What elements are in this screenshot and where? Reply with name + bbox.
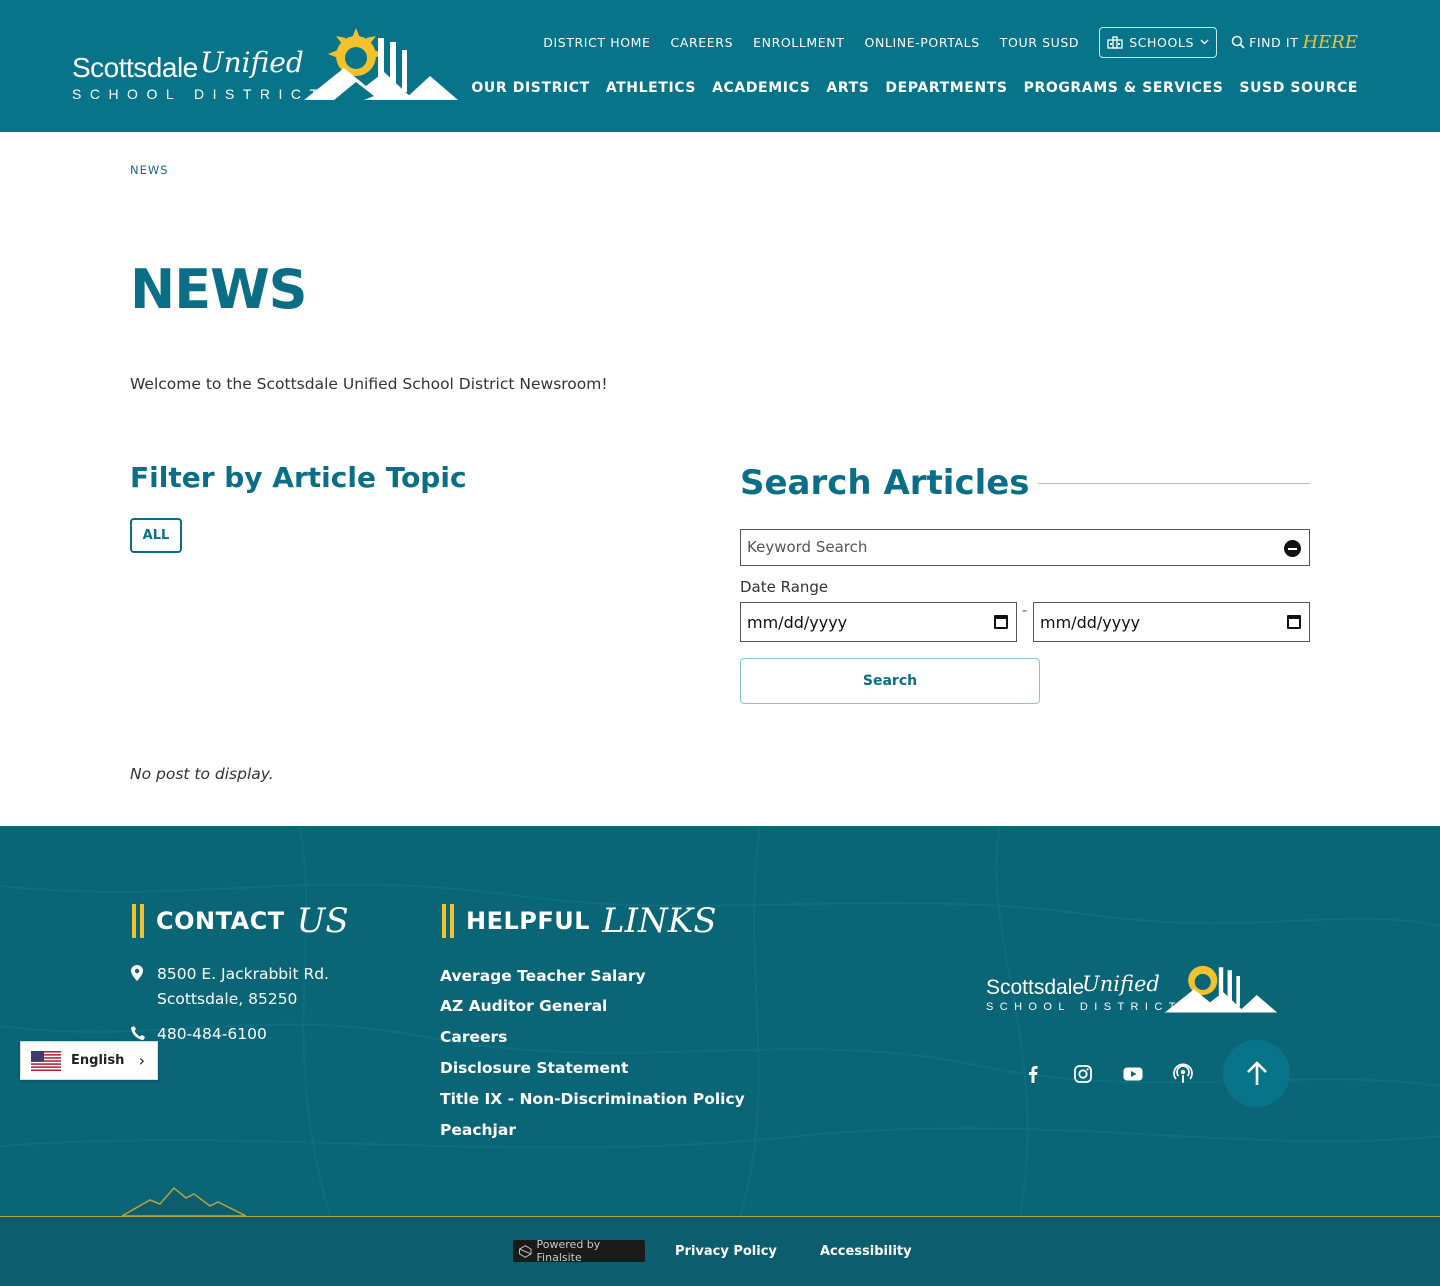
filter-all-button[interactable]: ALL (130, 518, 182, 553)
contact-heading-primary: CONTACT (156, 907, 285, 935)
district-logo[interactable]: Scottsdale Unified SCHOOL DISTRICT (72, 28, 462, 108)
site-footer: CONTACT US 8500 E. Jackrabbit Rd. Scotts… (0, 826, 1440, 1216)
calendar-icon[interactable] (1287, 615, 1301, 629)
links-heading-script: LINKS (602, 901, 717, 941)
arrow-up-icon (1246, 1060, 1267, 1085)
nav-athletics[interactable]: ATHLETICS (606, 80, 696, 96)
phone-icon (131, 1026, 145, 1040)
calendar-icon[interactable] (994, 615, 1008, 629)
address-line-2: Scottsdale, 85250 (157, 990, 298, 1008)
link-peachjar[interactable]: Peachjar (440, 1121, 516, 1139)
nav-academics[interactable]: ACADEMICS (712, 80, 810, 96)
map-background-graphic (0, 826, 1440, 1216)
language-label: English (71, 1053, 125, 1068)
chevron-down-icon (1200, 39, 1209, 45)
address-line-1: 8500 E. Jackrabbit Rd. (157, 965, 329, 983)
phone-number[interactable]: 480-484-6100 (157, 1022, 267, 1047)
accent-bars-icon (440, 904, 456, 938)
powered-by-finalsite-badge[interactable]: Powered by Finalsite (513, 1238, 645, 1264)
find-it-here-search[interactable]: FIND IT HERE (1231, 32, 1358, 53)
heading-divider (1038, 483, 1310, 484)
link-average-teacher-salary[interactable]: Average Teacher Salary (440, 967, 646, 985)
search-articles-heading: Search Articles (740, 463, 1030, 503)
date-to-input[interactable]: mm/dd/yyyy (1033, 602, 1310, 642)
date-range-label: Date Range (740, 578, 829, 596)
mountain-divider-graphic (122, 1186, 246, 1217)
site-header: Scottsdale Unified SCHOOL DISTRICT DISTR… (0, 0, 1440, 132)
sunflower-mountain-icon (304, 28, 458, 100)
chevron-right-icon: › (138, 1051, 145, 1070)
util-link-tour-susd[interactable]: TOUR SUSD (1000, 35, 1079, 50)
page-title: NEWS (130, 258, 308, 321)
clear-search-icon[interactable] (1284, 540, 1301, 557)
accessibility-link[interactable]: Accessibility (820, 1244, 912, 1259)
link-careers[interactable]: Careers (440, 1028, 507, 1046)
footer-district-logo[interactable]: Scottsdale Unified SCHOOL DISTRICT (986, 960, 1286, 1020)
links-heading-primary: HELPFUL (466, 907, 591, 935)
util-link-district-home[interactable]: DISTRICT HOME (543, 35, 650, 50)
location-pin-icon (131, 965, 143, 981)
filter-heading: Filter by Article Topic (130, 461, 467, 494)
link-title-ix[interactable]: Title IX - Non-Discrimination Policy (440, 1090, 745, 1108)
footer-logo-subtitle: SCHOOL DISTRICT (986, 1001, 1182, 1013)
util-link-careers[interactable]: CAREERS (671, 35, 734, 50)
find-it-label: FIND IT (1249, 34, 1299, 50)
school-building-icon (1107, 36, 1123, 49)
nav-susd-source[interactable]: SUSD SOURCE (1239, 80, 1358, 96)
sunflower-mountain-icon (1164, 965, 1278, 1013)
nav-programs-services[interactable]: PROGRAMS & SERVICES (1024, 80, 1224, 96)
logo-subtitle: SCHOOL DISTRICT (72, 86, 327, 102)
welcome-text: Welcome to the Scottsdale Unified School… (130, 375, 608, 393)
date-from-value: mm/dd/yyyy (747, 613, 848, 632)
language-selector[interactable]: English › (20, 1041, 158, 1080)
back-to-top-button[interactable] (1223, 1040, 1290, 1107)
helpful-links-heading: HELPFUL LINKS (440, 901, 717, 941)
keyword-search-input[interactable]: Keyword Search (740, 529, 1310, 566)
powered-by-text: Powered by Finalsite (536, 1238, 601, 1264)
schools-label: SCHOOLS (1129, 34, 1195, 50)
podcast-icon[interactable] (1171, 1062, 1195, 1086)
main-nav: OUR DISTRICT ATHLETICS ACADEMICS ARTS DE… (455, 74, 1358, 102)
date-to-value: mm/dd/yyyy (1040, 613, 1141, 632)
utility-nav: DISTRICT HOME CAREERS ENROLLMENT ONLINE-… (523, 26, 1358, 58)
keyword-placeholder: Keyword Search (747, 538, 868, 556)
footer-logo-script: Unified (1082, 972, 1160, 996)
date-from-input[interactable]: mm/dd/yyyy (740, 602, 1017, 642)
no-post-message: No post to display. (130, 765, 274, 783)
util-link-online-portals[interactable]: ONLINE-PORTALS (865, 35, 980, 50)
logo-wordmark: Scottsdale (72, 52, 198, 83)
link-az-auditor-general[interactable]: AZ Auditor General (440, 997, 607, 1015)
footer-logo-wordmark: Scottsdale (986, 976, 1085, 999)
search-icon (1231, 35, 1245, 49)
nav-arts[interactable]: ARTS (826, 80, 869, 96)
nav-our-district[interactable]: OUR DISTRICT (471, 80, 589, 96)
find-here-label: HERE (1302, 31, 1358, 53)
date-separator: - (1022, 603, 1028, 619)
breadcrumb[interactable]: NEWS (130, 163, 169, 177)
privacy-policy-link[interactable]: Privacy Policy (675, 1244, 777, 1259)
nav-departments[interactable]: DEPARTMENTS (885, 80, 1007, 96)
contact-us-heading: CONTACT US (130, 901, 349, 941)
us-flag-icon (31, 1050, 61, 1071)
finalsite-logo-icon (519, 1244, 532, 1258)
logo-script: Unified (200, 46, 304, 79)
schools-dropdown-button[interactable]: SCHOOLS (1099, 26, 1218, 58)
youtube-icon[interactable] (1121, 1062, 1145, 1086)
instagram-icon[interactable] (1071, 1062, 1095, 1086)
link-disclosure-statement[interactable]: Disclosure Statement (440, 1059, 628, 1077)
search-button[interactable]: Search (740, 658, 1040, 704)
util-link-enrollment[interactable]: ENROLLMENT (753, 35, 844, 50)
contact-heading-script: US (296, 901, 349, 941)
accent-bars-icon (130, 904, 146, 938)
facebook-icon[interactable] (1021, 1062, 1045, 1086)
